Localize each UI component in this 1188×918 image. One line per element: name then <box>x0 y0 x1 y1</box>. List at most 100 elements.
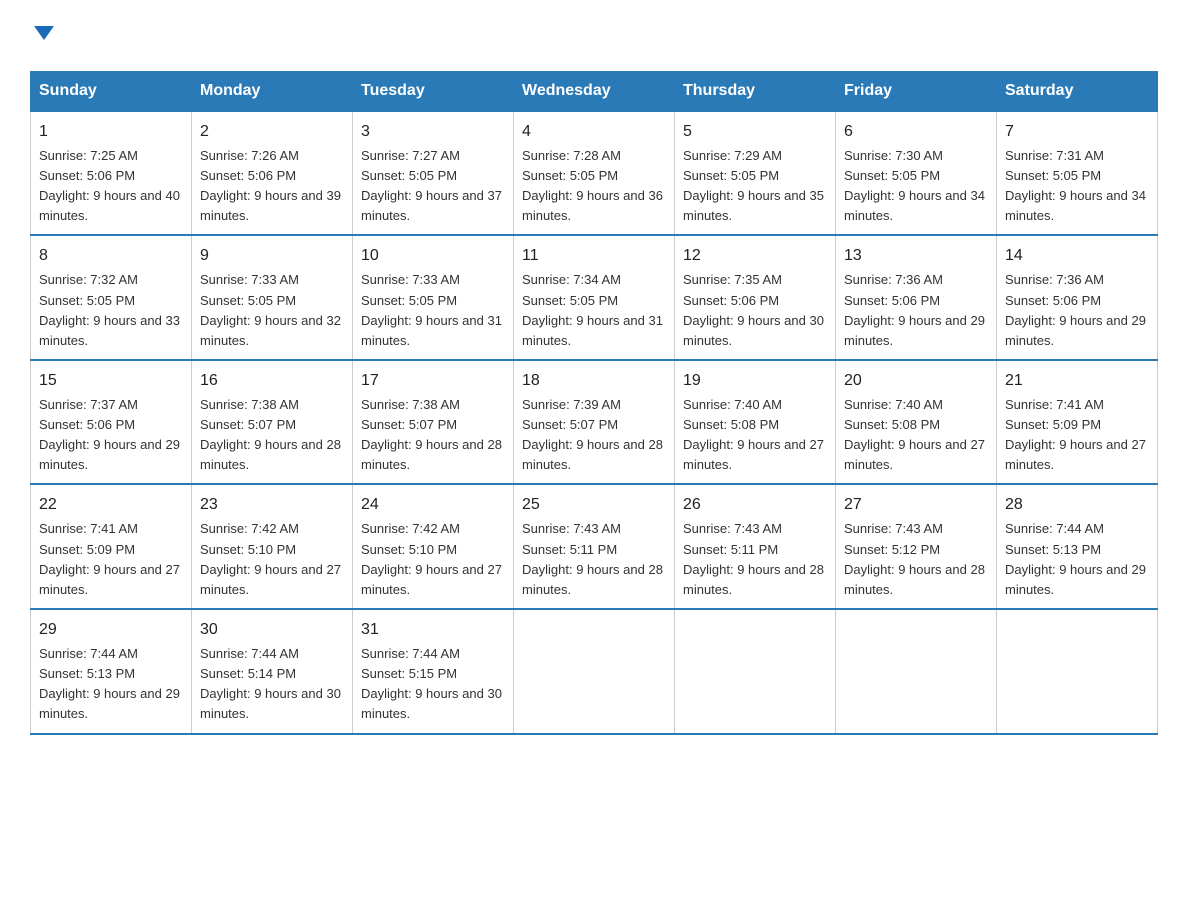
day-cell-25: 25Sunrise: 7:43 AMSunset: 5:11 PMDayligh… <box>514 484 675 609</box>
day-info: Sunrise: 7:34 AMSunset: 5:05 PMDaylight:… <box>522 270 666 351</box>
day-cell-1: 1Sunrise: 7:25 AMSunset: 5:06 PMDaylight… <box>31 111 192 236</box>
day-cell-23: 23Sunrise: 7:42 AMSunset: 5:10 PMDayligh… <box>192 484 353 609</box>
day-number: 25 <box>522 493 666 517</box>
day-cell-11: 11Sunrise: 7:34 AMSunset: 5:05 PMDayligh… <box>514 235 675 360</box>
day-info: Sunrise: 7:32 AMSunset: 5:05 PMDaylight:… <box>39 270 183 351</box>
day-info: Sunrise: 7:38 AMSunset: 5:07 PMDaylight:… <box>200 395 344 476</box>
column-header-tuesday: Tuesday <box>353 71 514 111</box>
day-number: 11 <box>522 244 666 268</box>
column-header-saturday: Saturday <box>997 71 1158 111</box>
day-cell-24: 24Sunrise: 7:42 AMSunset: 5:10 PMDayligh… <box>353 484 514 609</box>
day-number: 17 <box>361 369 505 393</box>
day-cell-3: 3Sunrise: 7:27 AMSunset: 5:05 PMDaylight… <box>353 111 514 236</box>
day-info: Sunrise: 7:26 AMSunset: 5:06 PMDaylight:… <box>200 146 344 227</box>
day-info: Sunrise: 7:33 AMSunset: 5:05 PMDaylight:… <box>200 270 344 351</box>
calendar-body: 1Sunrise: 7:25 AMSunset: 5:06 PMDaylight… <box>31 111 1158 734</box>
day-number: 29 <box>39 618 183 642</box>
day-info: Sunrise: 7:28 AMSunset: 5:05 PMDaylight:… <box>522 146 666 227</box>
calendar-header: SundayMondayTuesdayWednesdayThursdayFrid… <box>31 71 1158 111</box>
day-number: 1 <box>39 120 183 144</box>
day-number: 20 <box>844 369 988 393</box>
day-cell-22: 22Sunrise: 7:41 AMSunset: 5:09 PMDayligh… <box>31 484 192 609</box>
page-header <box>30 20 1158 51</box>
day-cell-18: 18Sunrise: 7:39 AMSunset: 5:07 PMDayligh… <box>514 360 675 485</box>
day-info: Sunrise: 7:44 AMSunset: 5:15 PMDaylight:… <box>361 644 505 725</box>
week-row-3: 15Sunrise: 7:37 AMSunset: 5:06 PMDayligh… <box>31 360 1158 485</box>
day-cell-empty <box>514 609 675 734</box>
day-info: Sunrise: 7:44 AMSunset: 5:13 PMDaylight:… <box>1005 519 1149 600</box>
column-header-wednesday: Wednesday <box>514 71 675 111</box>
day-cell-8: 8Sunrise: 7:32 AMSunset: 5:05 PMDaylight… <box>31 235 192 360</box>
day-number: 22 <box>39 493 183 517</box>
day-cell-29: 29Sunrise: 7:44 AMSunset: 5:13 PMDayligh… <box>31 609 192 734</box>
column-header-friday: Friday <box>836 71 997 111</box>
day-number: 16 <box>200 369 344 393</box>
day-info: Sunrise: 7:41 AMSunset: 5:09 PMDaylight:… <box>1005 395 1149 476</box>
day-info: Sunrise: 7:35 AMSunset: 5:06 PMDaylight:… <box>683 270 827 351</box>
logo <box>30 20 54 51</box>
day-info: Sunrise: 7:36 AMSunset: 5:06 PMDaylight:… <box>844 270 988 351</box>
day-cell-empty <box>675 609 836 734</box>
day-number: 24 <box>361 493 505 517</box>
day-cell-30: 30Sunrise: 7:44 AMSunset: 5:14 PMDayligh… <box>192 609 353 734</box>
day-info: Sunrise: 7:27 AMSunset: 5:05 PMDaylight:… <box>361 146 505 227</box>
week-row-2: 8Sunrise: 7:32 AMSunset: 5:05 PMDaylight… <box>31 235 1158 360</box>
day-info: Sunrise: 7:29 AMSunset: 5:05 PMDaylight:… <box>683 146 827 227</box>
day-cell-5: 5Sunrise: 7:29 AMSunset: 5:05 PMDaylight… <box>675 111 836 236</box>
day-cell-empty <box>836 609 997 734</box>
day-number: 12 <box>683 244 827 268</box>
day-number: 18 <box>522 369 666 393</box>
day-number: 9 <box>200 244 344 268</box>
day-number: 28 <box>1005 493 1149 517</box>
day-info: Sunrise: 7:43 AMSunset: 5:11 PMDaylight:… <box>522 519 666 600</box>
day-info: Sunrise: 7:42 AMSunset: 5:10 PMDaylight:… <box>200 519 344 600</box>
calendar-table: SundayMondayTuesdayWednesdayThursdayFrid… <box>30 71 1158 735</box>
day-info: Sunrise: 7:33 AMSunset: 5:05 PMDaylight:… <box>361 270 505 351</box>
header-row: SundayMondayTuesdayWednesdayThursdayFrid… <box>31 71 1158 111</box>
day-number: 4 <box>522 120 666 144</box>
day-info: Sunrise: 7:42 AMSunset: 5:10 PMDaylight:… <box>361 519 505 600</box>
day-cell-13: 13Sunrise: 7:36 AMSunset: 5:06 PMDayligh… <box>836 235 997 360</box>
day-number: 6 <box>844 120 988 144</box>
day-number: 10 <box>361 244 505 268</box>
day-number: 13 <box>844 244 988 268</box>
day-info: Sunrise: 7:39 AMSunset: 5:07 PMDaylight:… <box>522 395 666 476</box>
day-cell-10: 10Sunrise: 7:33 AMSunset: 5:05 PMDayligh… <box>353 235 514 360</box>
day-cell-19: 19Sunrise: 7:40 AMSunset: 5:08 PMDayligh… <box>675 360 836 485</box>
day-info: Sunrise: 7:37 AMSunset: 5:06 PMDaylight:… <box>39 395 183 476</box>
day-cell-20: 20Sunrise: 7:40 AMSunset: 5:08 PMDayligh… <box>836 360 997 485</box>
day-info: Sunrise: 7:40 AMSunset: 5:08 PMDaylight:… <box>844 395 988 476</box>
day-number: 26 <box>683 493 827 517</box>
day-info: Sunrise: 7:44 AMSunset: 5:14 PMDaylight:… <box>200 644 344 725</box>
day-cell-4: 4Sunrise: 7:28 AMSunset: 5:05 PMDaylight… <box>514 111 675 236</box>
day-number: 8 <box>39 244 183 268</box>
day-number: 3 <box>361 120 505 144</box>
day-cell-7: 7Sunrise: 7:31 AMSunset: 5:05 PMDaylight… <box>997 111 1158 236</box>
day-number: 15 <box>39 369 183 393</box>
day-cell-26: 26Sunrise: 7:43 AMSunset: 5:11 PMDayligh… <box>675 484 836 609</box>
day-info: Sunrise: 7:40 AMSunset: 5:08 PMDaylight:… <box>683 395 827 476</box>
day-number: 31 <box>361 618 505 642</box>
day-cell-9: 9Sunrise: 7:33 AMSunset: 5:05 PMDaylight… <box>192 235 353 360</box>
day-info: Sunrise: 7:41 AMSunset: 5:09 PMDaylight:… <box>39 519 183 600</box>
day-cell-31: 31Sunrise: 7:44 AMSunset: 5:15 PMDayligh… <box>353 609 514 734</box>
day-cell-28: 28Sunrise: 7:44 AMSunset: 5:13 PMDayligh… <box>997 484 1158 609</box>
logo-triangle-icon <box>34 26 54 40</box>
day-number: 19 <box>683 369 827 393</box>
day-number: 2 <box>200 120 344 144</box>
day-cell-27: 27Sunrise: 7:43 AMSunset: 5:12 PMDayligh… <box>836 484 997 609</box>
day-cell-2: 2Sunrise: 7:26 AMSunset: 5:06 PMDaylight… <box>192 111 353 236</box>
day-cell-14: 14Sunrise: 7:36 AMSunset: 5:06 PMDayligh… <box>997 235 1158 360</box>
day-info: Sunrise: 7:31 AMSunset: 5:05 PMDaylight:… <box>1005 146 1149 227</box>
day-cell-6: 6Sunrise: 7:30 AMSunset: 5:05 PMDaylight… <box>836 111 997 236</box>
column-header-sunday: Sunday <box>31 71 192 111</box>
day-number: 5 <box>683 120 827 144</box>
day-info: Sunrise: 7:43 AMSunset: 5:11 PMDaylight:… <box>683 519 827 600</box>
day-info: Sunrise: 7:25 AMSunset: 5:06 PMDaylight:… <box>39 146 183 227</box>
week-row-1: 1Sunrise: 7:25 AMSunset: 5:06 PMDaylight… <box>31 111 1158 236</box>
day-number: 21 <box>1005 369 1149 393</box>
day-cell-empty <box>997 609 1158 734</box>
week-row-4: 22Sunrise: 7:41 AMSunset: 5:09 PMDayligh… <box>31 484 1158 609</box>
day-number: 7 <box>1005 120 1149 144</box>
day-info: Sunrise: 7:38 AMSunset: 5:07 PMDaylight:… <box>361 395 505 476</box>
